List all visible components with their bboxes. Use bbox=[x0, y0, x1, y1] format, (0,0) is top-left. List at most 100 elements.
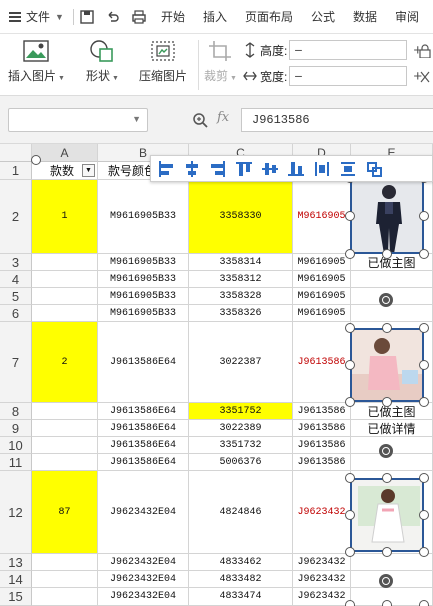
row-header[interactable]: 10 bbox=[0, 437, 32, 454]
resize-handle[interactable] bbox=[382, 547, 392, 557]
table-cell[interactable]: 3358328 bbox=[189, 288, 293, 305]
filter-dropdown-icon[interactable]: ▼ bbox=[82, 164, 95, 177]
resize-handle[interactable] bbox=[419, 547, 429, 557]
table-cell[interactable]: 3358314 bbox=[189, 254, 293, 271]
table-cell[interactable]: J9613586 bbox=[293, 322, 351, 403]
resize-handle[interactable] bbox=[419, 323, 429, 333]
table-cell[interactable] bbox=[32, 254, 98, 271]
table-cell[interactable]: M9616905 bbox=[293, 305, 351, 322]
table-cell[interactable]: 1 bbox=[32, 180, 98, 254]
product-photo[interactable] bbox=[350, 178, 424, 254]
table-cell[interactable]: J9623432E04 bbox=[98, 471, 189, 554]
table-cell[interactable]: J9623432 bbox=[293, 554, 351, 571]
table-cell[interactable] bbox=[351, 305, 433, 322]
table-cell[interactable]: 4833474 bbox=[189, 588, 293, 606]
resize-handle[interactable] bbox=[382, 600, 392, 606]
crop-button[interactable]: 裁剪 ▼ bbox=[204, 40, 237, 84]
row-header[interactable]: 12 bbox=[0, 471, 32, 554]
distribute-vertical-icon[interactable] bbox=[339, 160, 357, 178]
table-cell[interactable]: J9613586 bbox=[293, 420, 351, 437]
table-cell[interactable]: J9623432 bbox=[293, 588, 351, 606]
tab-data[interactable]: 数据 bbox=[344, 0, 386, 34]
tab-page-layout[interactable]: 页面布局 bbox=[236, 0, 302, 34]
undo-icon[interactable] bbox=[105, 9, 121, 25]
rotate-handle-icon[interactable] bbox=[379, 444, 393, 458]
distribute-horizontal-icon[interactable] bbox=[313, 160, 331, 178]
tab-insert[interactable]: 插入 bbox=[194, 0, 236, 34]
table-cell[interactable]: M9616905B33 bbox=[98, 271, 189, 288]
width-field[interactable]: − bbox=[289, 66, 408, 86]
fx-icon[interactable]: fx bbox=[217, 110, 229, 125]
table-cell[interactable] bbox=[351, 554, 433, 571]
resize-handle[interactable] bbox=[419, 473, 429, 483]
table-cell[interactable] bbox=[32, 305, 98, 322]
row-header[interactable]: 11 bbox=[0, 454, 32, 471]
align-center-icon[interactable] bbox=[183, 160, 201, 178]
formula-input[interactable]: J9613586 bbox=[241, 108, 433, 132]
table-cell[interactable] bbox=[351, 454, 433, 471]
resize-handle[interactable] bbox=[345, 473, 355, 483]
table-cell[interactable]: J9623432E04 bbox=[98, 571, 189, 588]
align-top-icon[interactable] bbox=[235, 160, 253, 178]
resize-handle[interactable] bbox=[345, 323, 355, 333]
table-cell[interactable]: 4824846 bbox=[189, 471, 293, 554]
tab-home[interactable]: 开始 bbox=[152, 0, 194, 34]
table-cell[interactable]: J9613586E64 bbox=[98, 420, 189, 437]
header-cell-a[interactable]: 款数 ▼ bbox=[32, 162, 98, 180]
table-cell[interactable]: 87 bbox=[32, 471, 98, 554]
table-cell[interactable]: J9623432 bbox=[293, 571, 351, 588]
table-cell[interactable]: J9613586E64 bbox=[98, 403, 189, 420]
resize-handle[interactable] bbox=[345, 510, 355, 520]
table-cell[interactable]: 3358312 bbox=[189, 271, 293, 288]
decrement-icon[interactable]: − bbox=[294, 42, 302, 58]
resize-handle[interactable] bbox=[345, 249, 355, 259]
table-cell[interactable]: M9616905 bbox=[293, 180, 351, 254]
table-cell[interactable]: 3022389 bbox=[189, 420, 293, 437]
resize-handle[interactable] bbox=[419, 211, 429, 221]
product-photo[interactable] bbox=[350, 478, 424, 552]
table-cell[interactable] bbox=[32, 403, 98, 420]
resize-handle[interactable] bbox=[419, 397, 429, 407]
table-cell[interactable] bbox=[351, 271, 433, 288]
table-cell[interactable] bbox=[32, 420, 98, 437]
lock-icon[interactable] bbox=[419, 44, 431, 59]
resize-handle[interactable] bbox=[419, 600, 429, 606]
table-cell[interactable]: M9616905 bbox=[293, 271, 351, 288]
shape-button[interactable]: 形状 ▼ bbox=[86, 40, 119, 84]
align-bottom-icon[interactable] bbox=[287, 160, 305, 178]
align-middle-icon[interactable] bbox=[261, 160, 279, 178]
file-menu[interactable]: 文件 ▼ bbox=[0, 0, 73, 34]
product-photo[interactable] bbox=[350, 328, 424, 402]
chevron-down-icon[interactable]: ▼ bbox=[132, 114, 141, 124]
compress-picture-button[interactable]: 压缩图片 bbox=[139, 40, 187, 84]
resize-handle[interactable] bbox=[419, 360, 429, 370]
table-cell[interactable]: M9616905B33 bbox=[98, 288, 189, 305]
table-cell[interactable]: J9613586 bbox=[293, 454, 351, 471]
resize-handle[interactable] bbox=[382, 249, 392, 259]
table-cell[interactable]: 3358326 bbox=[189, 305, 293, 322]
row-header[interactable]: 14 bbox=[0, 571, 32, 588]
table-cell[interactable] bbox=[32, 437, 98, 454]
resize-handle[interactable] bbox=[419, 510, 429, 520]
table-cell[interactable] bbox=[32, 288, 98, 305]
print-icon[interactable] bbox=[131, 9, 147, 25]
align-right-icon[interactable] bbox=[209, 160, 227, 178]
table-cell[interactable]: J9613586E64 bbox=[98, 437, 189, 454]
height-field[interactable]: − bbox=[289, 40, 408, 60]
table-cell[interactable]: J9613586E64 bbox=[98, 454, 189, 471]
rotate-handle-icon[interactable] bbox=[379, 574, 393, 588]
table-cell[interactable] bbox=[32, 271, 98, 288]
save-icon[interactable] bbox=[79, 9, 95, 25]
table-cell[interactable]: 4833462 bbox=[189, 554, 293, 571]
row-header[interactable]: 2 bbox=[0, 180, 32, 254]
table-cell[interactable]: J9623432 bbox=[293, 471, 351, 554]
table-cell[interactable]: 2 bbox=[32, 322, 98, 403]
tab-review[interactable]: 审阅 bbox=[386, 0, 428, 34]
insert-picture-button[interactable]: 插入图片 ▼ bbox=[8, 40, 65, 84]
table-cell[interactable]: M9616905B33 bbox=[98, 180, 189, 254]
resize-handle[interactable] bbox=[382, 473, 392, 483]
table-cell[interactable]: M9616905 bbox=[293, 288, 351, 305]
table-cell[interactable]: 已做详情 bbox=[351, 420, 433, 437]
resize-handle[interactable] bbox=[345, 360, 355, 370]
resize-handle[interactable] bbox=[345, 211, 355, 221]
